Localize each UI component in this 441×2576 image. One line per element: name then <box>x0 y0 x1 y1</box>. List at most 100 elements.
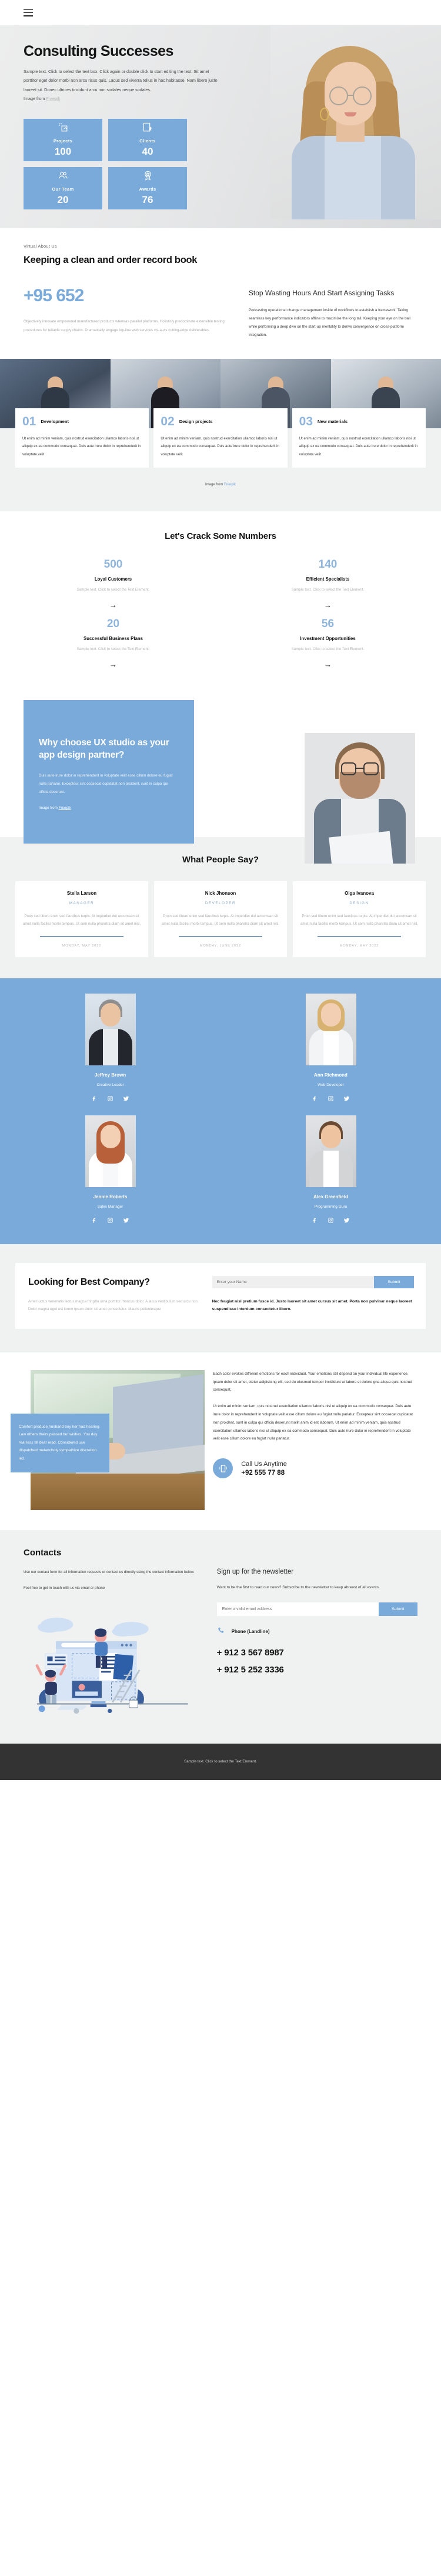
number-sub: Sample text. Click to select the Text El… <box>76 647 150 651</box>
award-badge-icon <box>142 170 153 184</box>
instagram-icon[interactable] <box>328 1216 334 1227</box>
testimonial-text: Proin sed libero enim sed faucibus turpi… <box>300 914 419 926</box>
credit-link[interactable]: Freepik <box>224 483 236 486</box>
hero-section: Consulting Successes Sample text. Click … <box>0 25 441 228</box>
number-value: 56 <box>321 617 335 630</box>
testimonial-card: Nick Jhonson DEVELOPER Proin sed libero … <box>154 881 287 957</box>
avatar <box>305 1115 356 1187</box>
feature-body: Ut enim ad minim veniam, quis nostrud ex… <box>161 436 279 456</box>
stat-card-clients[interactable]: Clients 40 <box>108 118 187 161</box>
team-member-name: Alex Greenfield <box>313 1194 348 1199</box>
number-sub: Sample text. Click to select the Text El… <box>76 587 150 592</box>
name-form: Submit <box>212 1275 414 1288</box>
hamburger-menu-icon[interactable] <box>24 9 33 16</box>
contacts-body-1: Use our contact form for all information… <box>24 1569 195 1574</box>
call-us-block[interactable]: Call Us Anytime +92 555 77 88 <box>213 1458 417 1479</box>
twitter-icon[interactable] <box>123 1216 129 1227</box>
stat-card-our-team[interactable]: Our Team 20 <box>24 166 102 209</box>
facebook-icon[interactable] <box>312 1094 318 1105</box>
tablet-touch-icon <box>142 122 153 136</box>
about-big-number: +95 652 <box>24 285 84 305</box>
arrow-right-icon[interactable]: → <box>24 661 203 668</box>
social-links <box>0 1094 220 1105</box>
twitter-icon[interactable] <box>343 1216 350 1227</box>
feature-card-2: 02 Design projects Ut enim ad minim veni… <box>153 408 288 468</box>
contacts-title: Contacts <box>24 1547 62 1558</box>
features-image-credit: Image from Freepik <box>0 483 441 486</box>
instagram-icon[interactable] <box>328 1094 334 1105</box>
call-number: +92 555 77 88 <box>241 1469 285 1477</box>
about-title: Keeping a clean and order record book <box>24 254 198 265</box>
stat-value: 40 <box>142 146 153 158</box>
team-member-role: Programming Guru <box>314 1204 348 1209</box>
testimonial-text: Proin sed libero enim sed faucibus turpi… <box>161 914 280 926</box>
team-member-name: Jennie Roberts <box>93 1194 128 1199</box>
comfort-section: Comfort produce husband boy her had hear… <box>0 1352 441 1530</box>
hero-credit-link[interactable]: Freepik <box>46 96 60 101</box>
feature-number: 01 <box>22 415 36 429</box>
testimonial-date: MONDAY, MAY 2022 <box>62 944 102 948</box>
looking-body: Amet luctus venenatis lectus magna fring… <box>28 1299 199 1312</box>
stat-card-awards[interactable]: Awards 76 <box>108 166 187 209</box>
testimonial-text: Proin sed libero enim sed faucibus turpi… <box>22 914 141 926</box>
credit-link[interactable]: Freepik <box>59 806 71 810</box>
avatar <box>85 993 136 1065</box>
about-kicker: Virtual About Us <box>24 243 57 249</box>
team-member-role: Web Developer <box>318 1082 344 1087</box>
features-section: 01 Development Ut enim ad minim veniam, … <box>0 359 441 511</box>
number-sub: Sample text. Click to select the Text El… <box>291 587 365 592</box>
arrow-right-icon[interactable]: → <box>238 601 417 609</box>
divider <box>40 935 123 937</box>
testimonial-date: MONDAY, JUNE 2022 <box>199 944 242 948</box>
phone-number-2[interactable]: + 912 5 252 3336 <box>217 1665 417 1675</box>
testimonial-role: DESIGN <box>349 901 369 905</box>
team-member-role: Sales Manager <box>97 1204 123 1209</box>
comfort-paragraph-1: Each color evokes different emotions for… <box>213 1371 412 1392</box>
testimonial-name: Olga Ivanova <box>345 890 374 896</box>
newsletter-submit-button[interactable]: Submit <box>379 1602 417 1616</box>
stat-value: 20 <box>57 194 69 206</box>
instagram-icon[interactable] <box>107 1216 113 1227</box>
about-left-body: Objectively innovate empowered manufactu… <box>24 319 225 332</box>
phone-label-row: Phone (Landline) <box>217 1627 417 1637</box>
page-root: Consulting Successes Sample text. Click … <box>0 0 441 1780</box>
ux-title: Why choose UX studio as your app design … <box>39 737 169 760</box>
twitter-icon[interactable] <box>343 1094 350 1105</box>
ux-portrait-image <box>305 732 415 864</box>
testimonial-name: Stella Larson <box>66 890 97 896</box>
facebook-icon[interactable] <box>91 1216 98 1227</box>
email-field[interactable] <box>216 1602 379 1616</box>
phone-handset-icon <box>217 1627 225 1637</box>
stat-value: 76 <box>142 194 153 206</box>
footer-text: Sample text. Click to select the Text El… <box>184 1759 257 1764</box>
arrow-right-icon[interactable]: → <box>24 601 203 609</box>
facebook-icon[interactable] <box>91 1094 98 1105</box>
about-right-body: Podcasting operational change management… <box>248 308 410 337</box>
page-title: Consulting Successes <box>24 43 173 59</box>
instagram-icon[interactable] <box>107 1094 113 1105</box>
stat-label: Projects <box>53 138 73 144</box>
facebook-icon[interactable] <box>312 1216 318 1227</box>
team-member-card: Jennie Roberts Sales Manager <box>0 1115 220 1227</box>
submit-button[interactable]: Submit <box>374 1275 414 1288</box>
team-section: Jeffrey Brown Creative Leader Ann Richmo… <box>0 978 441 1244</box>
team-member-card: Jeffrey Brown Creative Leader <box>0 993 220 1105</box>
phone-number-1[interactable]: + 912 3 567 8987 <box>217 1648 417 1658</box>
team-member-name: Ann Richmond <box>314 1072 348 1078</box>
social-links <box>220 1094 441 1105</box>
looking-note: Nec feugiat nisl pretium fusce id. Justo… <box>212 1299 412 1312</box>
avatar <box>85 1115 136 1187</box>
hero-stat-grid: Projects 100 Clients 40 Our Team 20 Awar… <box>24 118 187 209</box>
number-cell-efficient-specialists: 140 Efficient Specialists Sample text. C… <box>238 559 417 617</box>
stat-card-projects[interactable]: Projects 100 <box>24 118 102 161</box>
arrow-right-icon[interactable]: → <box>238 661 417 668</box>
comfort-paragraph-2: Ut enim ad minim veniam, quis nostrud ex… <box>213 1404 413 1441</box>
twitter-icon[interactable] <box>123 1094 129 1105</box>
looking-title: Looking for Best Company? <box>28 1277 150 1287</box>
about-section: Virtual About Us Keeping a clean and ord… <box>0 228 441 359</box>
number-label: Investment Opportunities <box>300 635 356 641</box>
testimonial-card: Stella Larson MANAGER Proin sed libero e… <box>15 881 148 957</box>
name-input[interactable] <box>212 1275 374 1288</box>
stat-value: 100 <box>54 146 72 158</box>
feature-body: Ut enim ad minim veniam, quis nostrud ex… <box>299 436 418 456</box>
